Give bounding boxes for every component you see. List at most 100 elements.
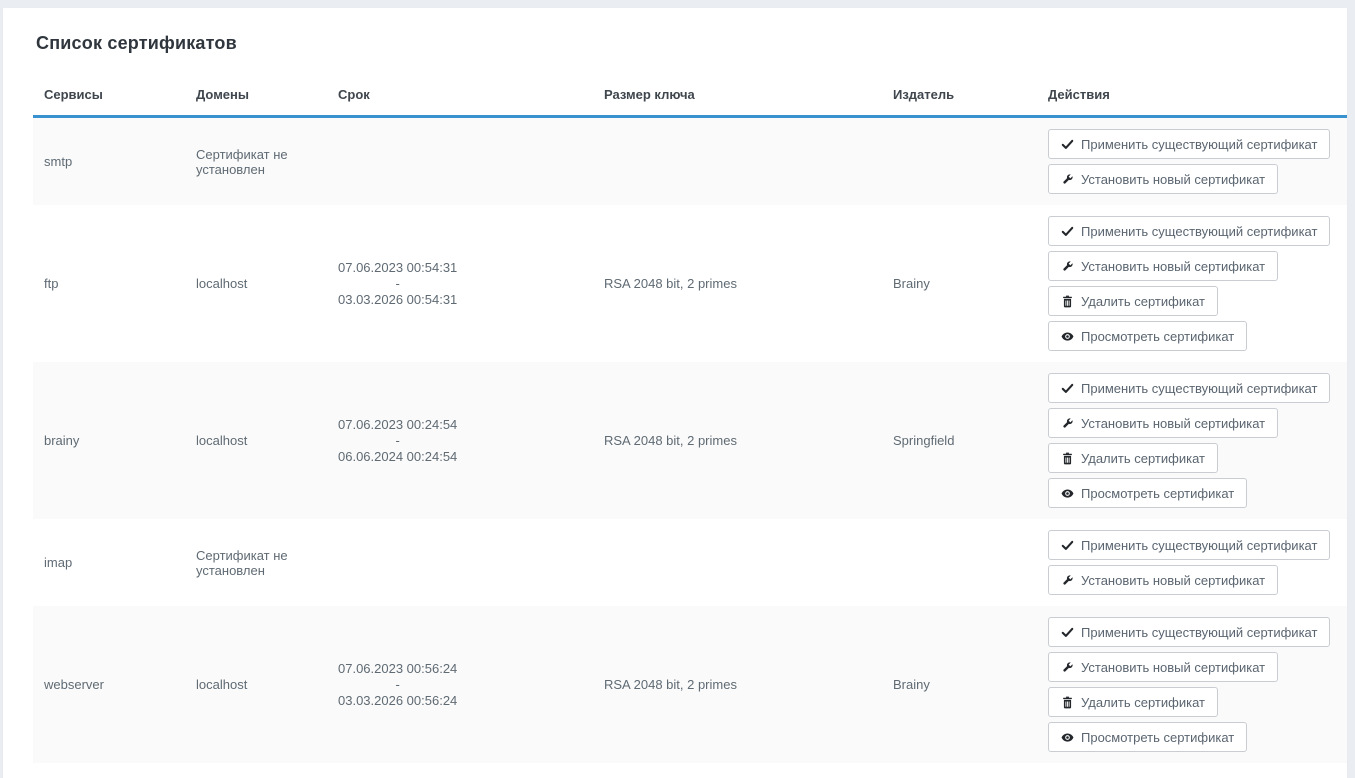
actions-cell: Применить существующий сертификат Устано… (1037, 519, 1347, 606)
term-cell (327, 519, 593, 606)
apply-existing-certificate-button[interactable]: Применить существующий сертификат (1048, 129, 1330, 159)
check-icon (1061, 138, 1074, 151)
domain-cell: localhost (185, 606, 327, 763)
service-cell: brainy (33, 362, 185, 519)
button-label: Установить новый сертификат (1081, 573, 1265, 588)
install-new-certificate-button[interactable]: Установить новый сертификат (1048, 164, 1278, 194)
wrench-icon (1061, 574, 1074, 587)
valid-to: 06.06.2024 00:24:54 (338, 449, 457, 465)
install-new-certificate-button[interactable]: Установить новый сертификат (1048, 408, 1278, 438)
apply-existing-certificate-button[interactable]: Применить существующий сертификат (1048, 216, 1330, 246)
button-label: Удалить сертификат (1081, 695, 1205, 710)
key-size-cell: RSA 2048 bit, 2 primes (593, 205, 882, 362)
table-row: brainy localhost 07.06.2023 00:24:54 - 0… (33, 362, 1347, 519)
check-icon (1061, 626, 1074, 639)
domain-cell: localhost (185, 362, 327, 519)
certificates-table: Сервисы Домены Срок Размер ключа Издател… (33, 87, 1347, 763)
service-cell: smtp (33, 117, 185, 206)
button-label: Установить новый сертификат (1081, 660, 1265, 675)
term-cell: 07.06.2023 00:54:31 - 03.03.2026 00:54:3… (327, 205, 593, 362)
button-label: Установить новый сертификат (1081, 172, 1265, 187)
wrench-icon (1061, 417, 1074, 430)
delete-certificate-button[interactable]: Удалить сертификат (1048, 286, 1218, 316)
button-label: Удалить сертификат (1081, 294, 1205, 309)
date-range-separator: - (338, 433, 457, 449)
key-size-cell: RSA 2048 bit, 2 primes (593, 362, 882, 519)
delete-certificate-button[interactable]: Удалить сертификат (1048, 443, 1218, 473)
key-size-cell: RSA 2048 bit, 2 primes (593, 606, 882, 763)
valid-from: 07.06.2023 00:54:31 (338, 260, 457, 276)
table-row: smtp Сертификат не установлен Применить … (33, 117, 1347, 206)
term-cell: 07.06.2023 00:56:24 - 03.03.2026 00:56:2… (327, 606, 593, 763)
column-header-domains: Домены (185, 87, 327, 117)
install-new-certificate-button[interactable]: Установить новый сертификат (1048, 652, 1278, 682)
table-header-row: Сервисы Домены Срок Размер ключа Издател… (33, 87, 1347, 117)
eye-icon (1061, 487, 1074, 500)
check-icon (1061, 382, 1074, 395)
eye-icon (1061, 731, 1074, 744)
view-certificate-button[interactable]: Просмотреть сертификат (1048, 321, 1247, 351)
table-row: ftp localhost 07.06.2023 00:54:31 - 03.0… (33, 205, 1347, 362)
button-label: Установить новый сертификат (1081, 259, 1265, 274)
actions-cell: Применить существующий сертификат Устано… (1037, 117, 1347, 206)
valid-from: 07.06.2023 00:24:54 (338, 417, 457, 433)
button-label: Удалить сертификат (1081, 451, 1205, 466)
column-header-issuer: Издатель (882, 87, 1037, 117)
view-certificate-button[interactable]: Просмотреть сертификат (1048, 478, 1247, 508)
date-range-separator: - (338, 276, 457, 292)
actions-cell: Применить существующий сертификат Устано… (1037, 362, 1347, 519)
issuer-cell: Brainy (882, 606, 1037, 763)
domain-cell: Сертификат не установлен (185, 519, 327, 606)
wrench-icon (1061, 661, 1074, 674)
button-label: Применить существующий сертификат (1081, 137, 1317, 152)
service-cell: webserver (33, 606, 185, 763)
eye-icon (1061, 330, 1074, 343)
apply-existing-certificate-button[interactable]: Применить существующий сертификат (1048, 373, 1330, 403)
domain-cell: localhost (185, 205, 327, 362)
issuer-cell: Springfield (882, 362, 1037, 519)
column-header-key-size: Размер ключа (593, 87, 882, 117)
button-label: Просмотреть сертификат (1081, 329, 1234, 344)
table-row: webserver localhost 07.06.2023 00:56:24 … (33, 606, 1347, 763)
view-certificate-button[interactable]: Просмотреть сертификат (1048, 722, 1247, 752)
button-label: Установить новый сертификат (1081, 416, 1265, 431)
valid-to: 03.03.2026 00:54:31 (338, 292, 457, 308)
trash-icon (1061, 295, 1074, 308)
column-header-actions: Действия (1037, 87, 1347, 117)
key-size-cell (593, 519, 882, 606)
apply-existing-certificate-button[interactable]: Применить существующий сертификат (1048, 530, 1330, 560)
issuer-cell (882, 117, 1037, 206)
date-range-separator: - (338, 677, 457, 693)
apply-existing-certificate-button[interactable]: Применить существующий сертификат (1048, 617, 1330, 647)
install-new-certificate-button[interactable]: Установить новый сертификат (1048, 565, 1278, 595)
issuer-cell: Brainy (882, 205, 1037, 362)
valid-to: 03.03.2026 00:56:24 (338, 693, 457, 709)
service-cell: ftp (33, 205, 185, 362)
table-row: imap Сертификат не установлен Применить … (33, 519, 1347, 606)
wrench-icon (1061, 260, 1074, 273)
install-new-certificate-button[interactable]: Установить новый сертификат (1048, 251, 1278, 281)
check-icon (1061, 225, 1074, 238)
key-size-cell (593, 117, 882, 206)
validity-period: 07.06.2023 00:54:31 - 03.03.2026 00:54:3… (338, 260, 457, 308)
actions-cell: Применить существующий сертификат Устано… (1037, 606, 1347, 763)
button-label: Применить существующий сертификат (1081, 625, 1317, 640)
term-cell: 07.06.2023 00:24:54 - 06.06.2024 00:24:5… (327, 362, 593, 519)
delete-certificate-button[interactable]: Удалить сертификат (1048, 687, 1218, 717)
check-icon (1061, 539, 1074, 552)
term-cell (327, 117, 593, 206)
trash-icon (1061, 696, 1074, 709)
wrench-icon (1061, 173, 1074, 186)
button-label: Просмотреть сертификат (1081, 730, 1234, 745)
button-label: Применить существующий сертификат (1081, 381, 1317, 396)
page-title: Список сертификатов (36, 33, 1347, 54)
service-cell: imap (33, 519, 185, 606)
valid-from: 07.06.2023 00:56:24 (338, 661, 457, 677)
button-label: Просмотреть сертификат (1081, 486, 1234, 501)
trash-icon (1061, 452, 1074, 465)
domain-cell: Сертификат не установлен (185, 117, 327, 206)
column-header-term: Срок (327, 87, 593, 117)
button-label: Применить существующий сертификат (1081, 538, 1317, 553)
validity-period: 07.06.2023 00:56:24 - 03.03.2026 00:56:2… (338, 661, 457, 709)
issuer-cell (882, 519, 1037, 606)
